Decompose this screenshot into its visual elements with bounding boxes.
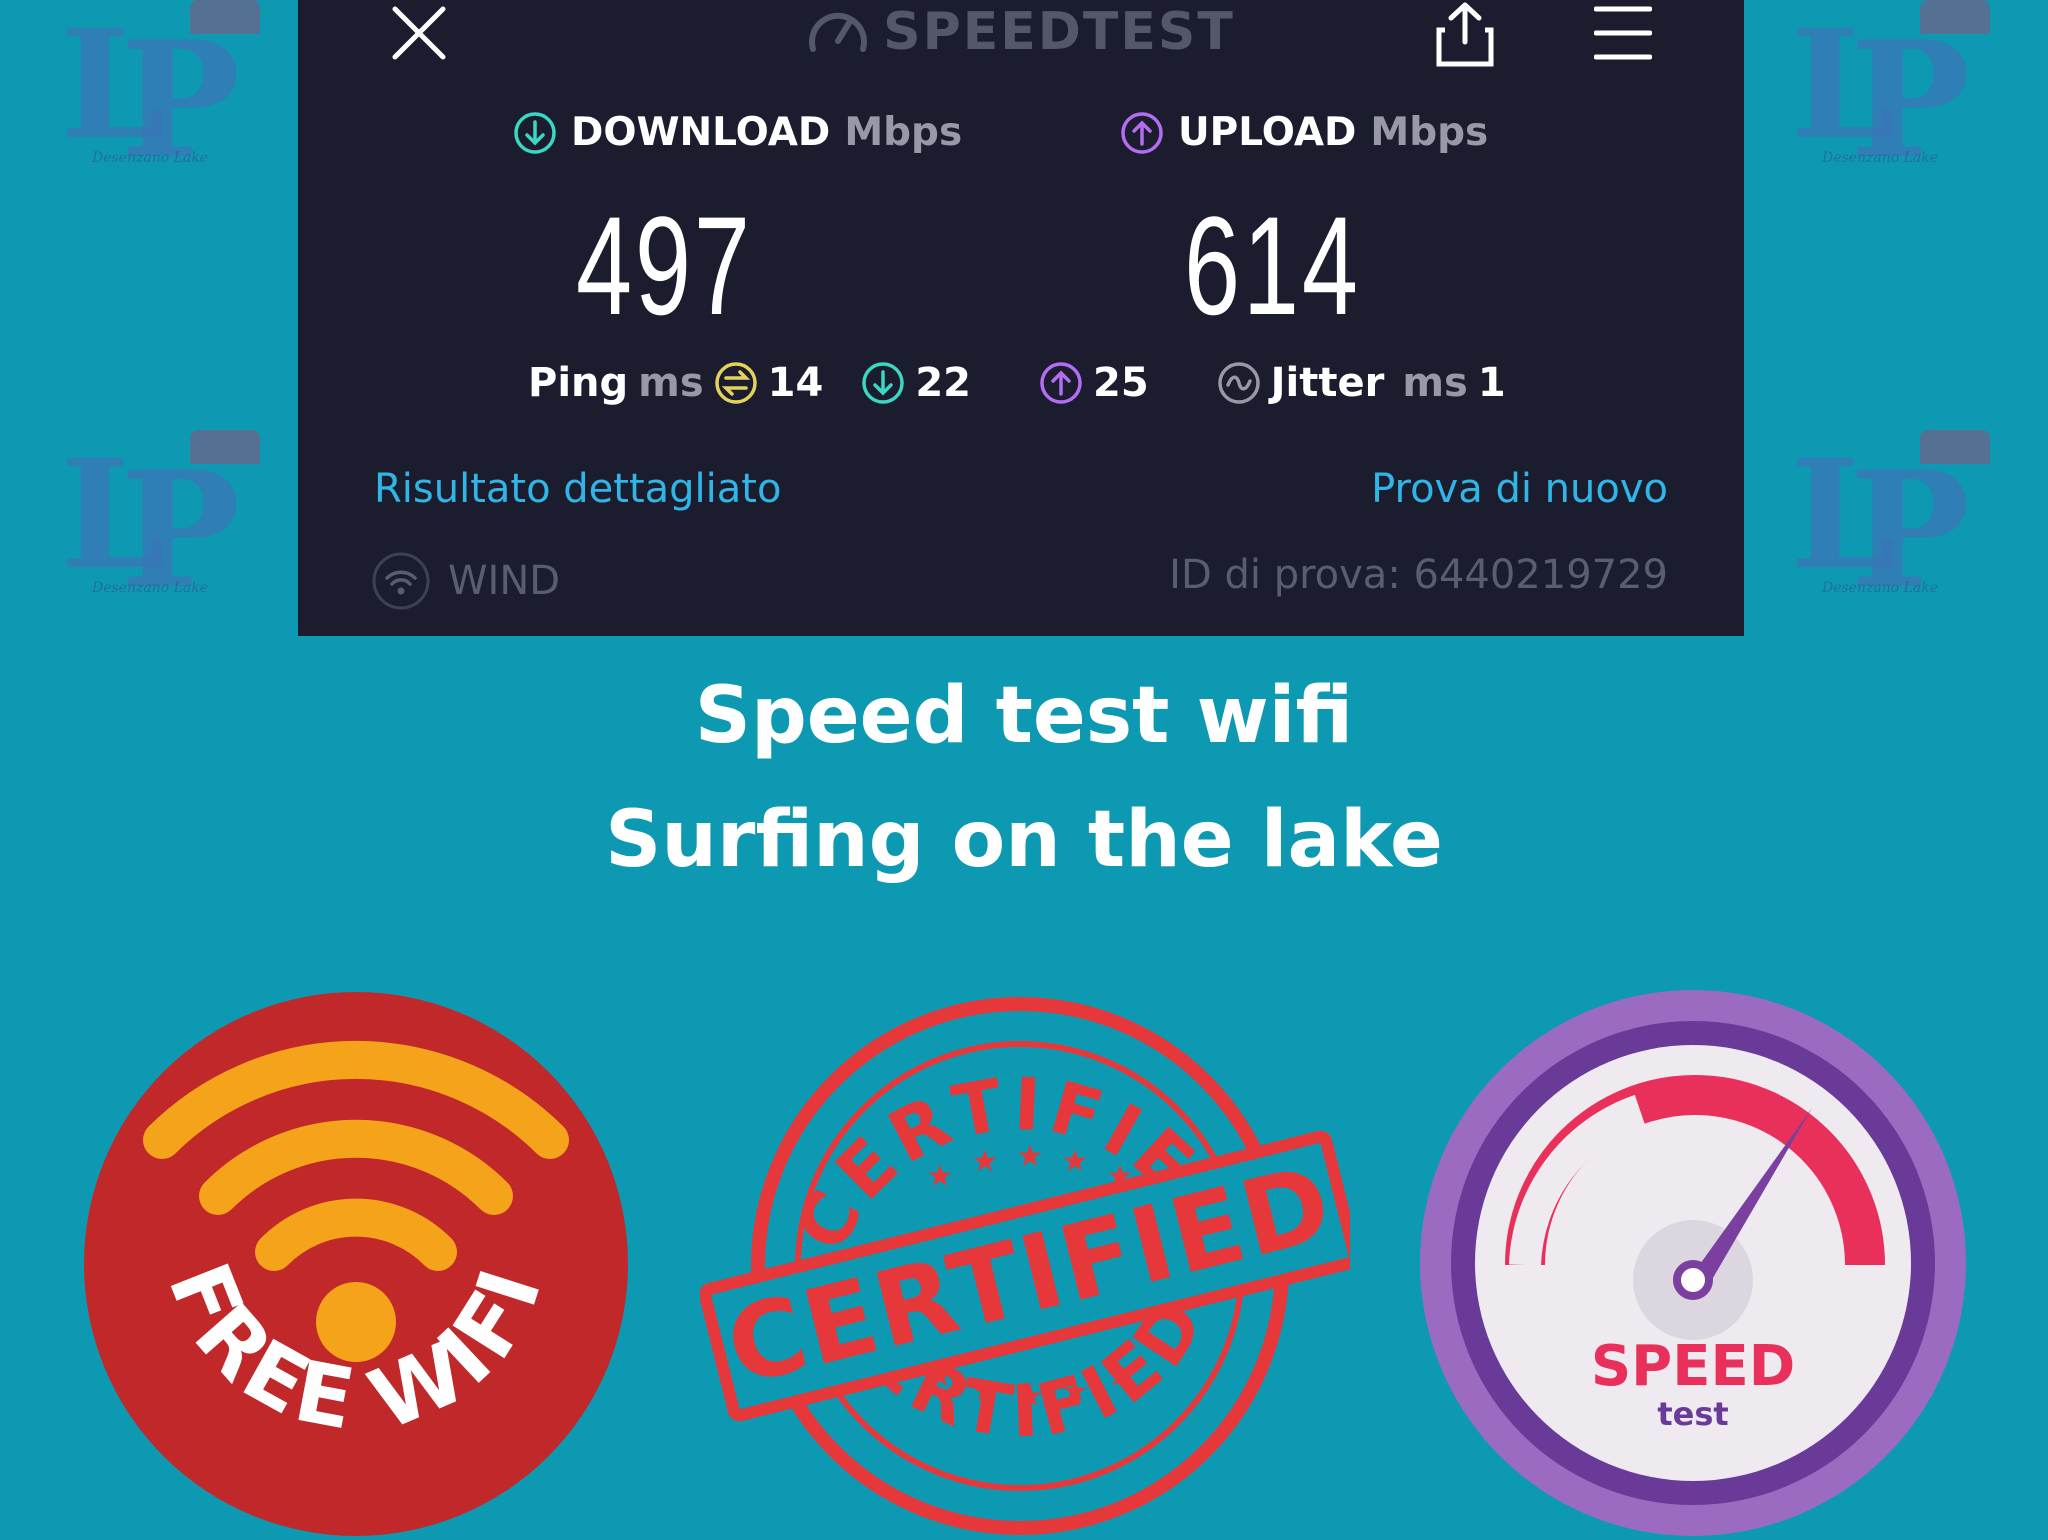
wifi-icon (372, 552, 430, 610)
speedtest-result-panel: SPEEDTEST DOWNLOAD Mbps UPLOAD Mbps 497 … (298, 0, 1744, 636)
ping-idle-group: Ping ms 14 (528, 360, 823, 406)
provider: WIND (372, 552, 560, 610)
jitter-icon (1217, 362, 1260, 404)
upload-value: 614 (1184, 187, 1361, 344)
download-unit: Mbps (844, 110, 963, 155)
ping-download-value: 22 (915, 360, 971, 406)
svg-text:★: ★ (1062, 1144, 1089, 1179)
watermark-logo-top-right: L P Desenzano Lake (1770, 0, 2000, 200)
svg-text:★: ★ (1107, 1359, 1134, 1394)
detailed-result-link[interactable]: Risultato dettagliato (374, 466, 781, 512)
latency-stats: Ping ms 14 22 25 Jitter ms 1 (528, 360, 1544, 406)
menu-button[interactable] (1588, 0, 1658, 66)
watermark-subtitle: Desenzano Lake (91, 150, 209, 166)
upload-header: UPLOAD Mbps (1120, 110, 1488, 155)
svg-text:★: ★ (1017, 1379, 1044, 1414)
watermark-logo-top-left: L P Desenzano Lake (40, 0, 270, 200)
speed-test-badge: SPEED test (1420, 990, 1966, 1536)
svg-text:★: ★ (972, 1144, 999, 1179)
ping-idle-value: 14 (767, 360, 824, 406)
jitter-label: Jitter (1270, 360, 1385, 406)
jitter-group: Jitter ms 1 (1217, 360, 1506, 406)
svg-text:★: ★ (927, 1159, 954, 1194)
watermark-subtitle: Desenzano Lake (91, 580, 209, 596)
certified-stamp: CERTIFIED CERTIFIED ★★★★★ ★★★★★ CERTIFIE… (699, 986, 1361, 1536)
download-header: DOWNLOAD Mbps (513, 110, 962, 155)
retry-link[interactable]: Prova di nuovo (1371, 466, 1668, 512)
ping-download-group: 22 (861, 360, 971, 406)
svg-text:★: ★ (1017, 1139, 1044, 1174)
download-label: DOWNLOAD (571, 110, 831, 155)
ping-label: Ping (528, 360, 629, 406)
caption-line-1: Speed test wifi (694, 671, 1354, 761)
ping-unit: ms (638, 360, 704, 406)
ping-upload-group: 25 (1039, 360, 1149, 406)
test-id: ID di prova: 6440219729 (1169, 552, 1668, 598)
download-value: 497 (576, 187, 753, 344)
share-icon (1436, 2, 1494, 67)
gauge-icon (807, 5, 869, 66)
jitter-unit: ms (1402, 360, 1468, 406)
svg-text:★: ★ (972, 1374, 999, 1409)
upload-unit: Mbps (1370, 110, 1489, 155)
speed-gauge-pivot (1673, 1260, 1713, 1300)
speed-word: SPEED (1591, 1334, 1795, 1399)
free-wifi-badge: FREE WIFI (84, 992, 628, 1536)
ping-upload-value: 25 (1092, 360, 1149, 406)
speedtest-brand-text: SPEEDTEST (883, 2, 1235, 62)
idle-ping-icon (714, 362, 757, 404)
speedtest-logo: SPEEDTEST (298, 2, 1744, 66)
watermark-subtitle: Desenzano Lake (1821, 150, 1939, 166)
hamburger-menu-icon (1594, 6, 1652, 60)
provider-name: WIND (448, 558, 561, 604)
speed-sub-word: test (1657, 1395, 1728, 1433)
upload-label: UPLOAD (1178, 110, 1357, 155)
caption-line-2: Surfing on the lake (605, 795, 1443, 885)
upload-ping-icon (1040, 362, 1082, 404)
watermark-logo-mid-right: L P Desenzano Lake (1770, 430, 2000, 630)
svg-text:★: ★ (1062, 1374, 1089, 1409)
jitter-value: 1 (1477, 360, 1506, 406)
upload-arrow-icon (1121, 111, 1163, 154)
watermark-subtitle: Desenzano Lake (1821, 580, 1939, 596)
download-ping-icon (862, 362, 905, 404)
watermark-logo-mid-left: L P Desenzano Lake (40, 430, 270, 630)
download-arrow-icon (514, 111, 556, 154)
share-button[interactable] (1430, 0, 1500, 70)
